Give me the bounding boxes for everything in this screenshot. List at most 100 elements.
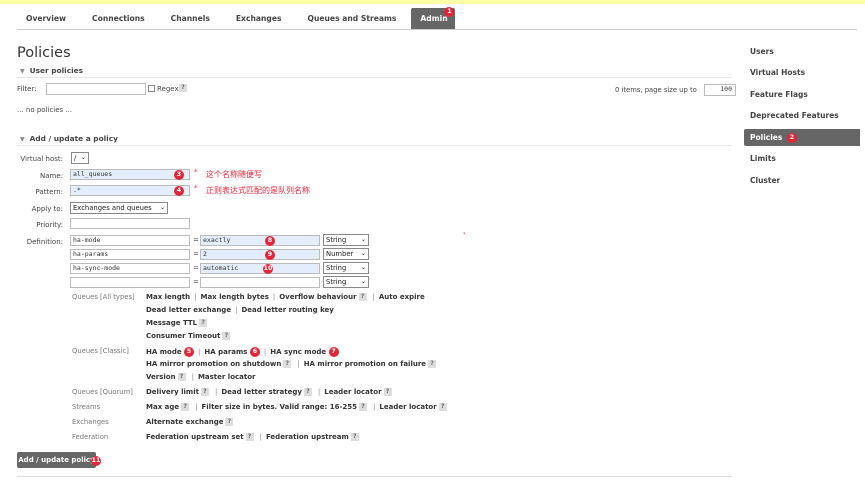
help-icon[interactable]: ? (438, 403, 447, 411)
tab-queues-and-streams[interactable]: Queues and Streams (299, 8, 406, 29)
sidebar-item-cluster[interactable]: Cluster (744, 172, 860, 189)
option-max-length-bytes[interactable]: Max length bytes (200, 293, 268, 301)
definition-type-select[interactable]: Number ⌄ (323, 248, 369, 260)
name-label: Name: (39, 172, 63, 180)
sidebar-item-users[interactable]: Users (744, 43, 860, 60)
option-ha-mirror-promotion-failure[interactable]: HA mirror promotion on failure (304, 360, 426, 368)
help-icon[interactable]: ? (283, 360, 292, 368)
definition-type-value: String (326, 264, 347, 272)
tab-exchanges[interactable]: Exchanges (227, 8, 291, 29)
option-ha-mirror-promotion-shutdown[interactable]: HA mirror promotion on shutdown (146, 360, 281, 368)
apply-to-select[interactable]: Exchanges and queues ⌄ (70, 202, 168, 214)
chevron-down-icon: ⌄ (360, 278, 366, 285)
sidebar-item-deprecated-features[interactable]: Deprecated Features (744, 107, 860, 124)
pattern-input[interactable]: .* (70, 185, 190, 196)
chevron-down-icon: ⌄ (360, 264, 366, 271)
definition-key-input[interactable] (70, 277, 190, 288)
annotation-badge: 11 (91, 456, 101, 466)
option-dead-letter-routing-key[interactable]: Dead letter routing key (241, 306, 333, 314)
option-alternate-exchange[interactable]: Alternate exchange (146, 418, 223, 426)
option-dead-letter-exchange[interactable]: Dead letter exchange (146, 306, 231, 314)
name-input[interactable]: all_queues (70, 169, 190, 180)
definition-value-input[interactable]: automatic (200, 263, 320, 274)
tab-channels[interactable]: Channels (162, 8, 219, 29)
option-row: Federation upstream set? | Federation upst… (146, 433, 361, 441)
collapse-triangle-icon: ▼ (20, 136, 25, 143)
definition-type-select[interactable]: String ⌄ (323, 262, 369, 274)
no-policies-text: ... no policies ... (17, 106, 73, 114)
option-row: Max length | Max length bytes | Overflow beh… (146, 293, 425, 301)
help-icon[interactable]: ? (179, 84, 187, 92)
definition-key-input[interactable]: ha-params (70, 249, 190, 260)
option-stream-leader-locator[interactable]: Leader locator (379, 403, 436, 411)
annotation-badge: 4 (174, 186, 184, 196)
definition-type-select[interactable]: String ⌄ (323, 276, 369, 288)
regex-checkbox[interactable] (148, 85, 155, 92)
option-max-length[interactable]: Max length (146, 293, 190, 301)
tab-connections[interactable]: Connections (83, 8, 154, 29)
definition-value-input[interactable] (200, 277, 320, 288)
help-icon[interactable]: ? (222, 332, 231, 340)
top-stripe (0, 0, 865, 4)
option-overflow-behaviour[interactable]: Overflow behaviour (279, 293, 356, 301)
help-icon[interactable]: ? (303, 388, 312, 396)
filter-input[interactable] (46, 83, 146, 95)
option-ha-sync-mode[interactable]: HA sync mode (270, 348, 326, 356)
option-consumer-timeout[interactable]: Consumer Timeout (146, 332, 220, 340)
option-ha-params[interactable]: HA params (204, 348, 247, 356)
add-update-policy-button[interactable]: Add / update policy (17, 452, 96, 468)
option-federation-upstream-set[interactable]: Federation upstream set (146, 433, 244, 441)
option-version[interactable]: Version (146, 373, 176, 381)
help-icon[interactable]: ? (350, 433, 359, 441)
help-icon[interactable]: ? (225, 418, 234, 426)
help-icon[interactable]: ? (358, 293, 367, 301)
option-row: Consumer Timeout? (146, 332, 232, 340)
option-filter-size[interactable]: Filter size in bytes. Valid range: 16-25… (201, 403, 357, 411)
priority-input[interactable] (70, 218, 190, 229)
section-header-add-policy[interactable]: ▼ Add / update a policy (17, 133, 732, 146)
vhost-select[interactable]: / ⌄ (71, 152, 89, 164)
annotation-badge: 1 (444, 7, 455, 17)
sidebar-item-limits[interactable]: Limits (744, 150, 860, 167)
section-title: Add / update a policy (29, 134, 118, 143)
option-auto-expire[interactable]: Auto expire (379, 293, 425, 301)
sidebar-item-feature-flags[interactable]: Feature Flags (744, 86, 860, 103)
tab-admin[interactable]: Admin 1 (411, 7, 456, 29)
help-icon[interactable]: ? (181, 403, 190, 411)
option-dead-letter-strategy[interactable]: Dead letter strategy (221, 388, 302, 396)
section-header-user-policies[interactable]: ▼ User policies (17, 65, 732, 78)
help-icon[interactable]: ? (177, 373, 186, 381)
option-row: Dead letter exchange | Dead letter routing… (146, 306, 334, 314)
add-update-policy-label: Add / update policy (18, 456, 95, 464)
definition-key-input[interactable]: ha-mode (70, 235, 190, 246)
definition-value-input[interactable]: 2 (200, 249, 320, 260)
help-icon[interactable]: ? (359, 403, 368, 411)
help-icon[interactable]: ? (383, 388, 392, 396)
page-size-input[interactable]: 100 (704, 84, 736, 96)
definition-type-value: Number (326, 250, 354, 258)
apply-to-value: Exchanges and queues (73, 204, 152, 212)
definition-type-select[interactable]: String ⌄ (323, 234, 369, 246)
sidebar-item-policies[interactable]: Policies 2 (744, 129, 860, 146)
help-icon[interactable]: ? (245, 433, 254, 441)
group-label-classic: Queues [Classic] (72, 347, 129, 355)
option-leader-locator[interactable]: Leader locator (324, 388, 381, 396)
annotation-badge: 3 (174, 170, 184, 180)
group-label-federation: Federation (72, 433, 109, 441)
definition-key-input[interactable]: ha-sync-mode (70, 263, 190, 274)
help-icon[interactable]: ? (200, 388, 209, 396)
sidebar-item-virtual-hosts[interactable]: Virtual Hosts (744, 64, 860, 81)
help-icon[interactable]: ? (199, 319, 208, 327)
option-message-ttl[interactable]: Message TTL (146, 319, 197, 327)
group-label-exchanges: Exchanges (72, 418, 109, 426)
option-master-locator[interactable]: Master locator (198, 373, 256, 381)
option-federation-upstream[interactable]: Federation upstream (266, 433, 349, 441)
option-ha-mode[interactable]: HA mode (146, 348, 182, 356)
main-nav: Overview Connections Channels Exchanges … (17, 7, 456, 29)
vhost-value: / (74, 154, 77, 162)
definition-value-input[interactable]: exactly (200, 235, 320, 246)
help-icon[interactable]: ? (428, 360, 437, 368)
option-delivery-limit[interactable]: Delivery limit (146, 388, 199, 396)
option-max-age[interactable]: Max age (146, 403, 179, 411)
tab-overview[interactable]: Overview (17, 8, 75, 29)
